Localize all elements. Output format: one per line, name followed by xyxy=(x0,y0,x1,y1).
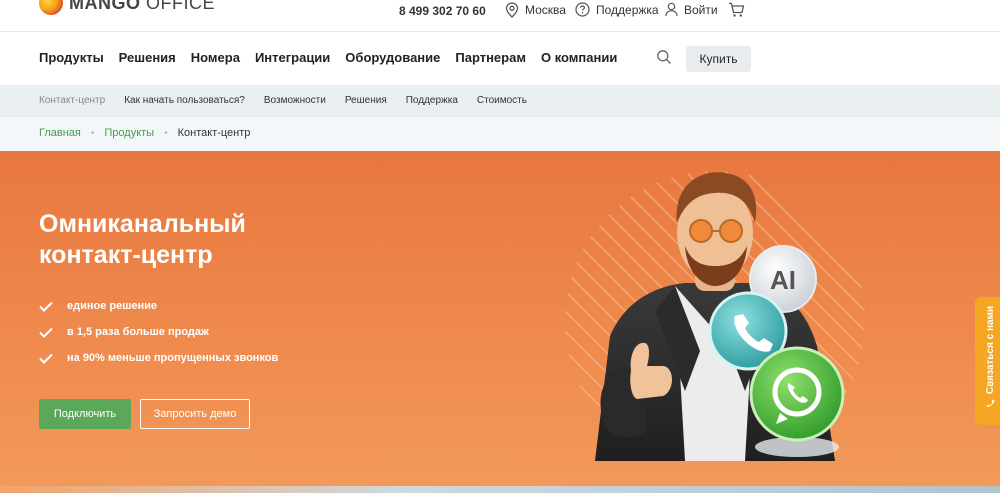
ai-badge-text: AI xyxy=(770,265,796,295)
main-navigation: Продукты Решения Номера Интеграции Обору… xyxy=(0,31,1000,85)
support-label: Поддержка xyxy=(596,2,659,17)
request-demo-button[interactable]: Запросить демо xyxy=(140,399,250,429)
contact-us-label-wrap: Связаться с нами xyxy=(978,293,1000,421)
benefit-text: в 1,5 раза больше продаж xyxy=(67,326,209,338)
subnav-item-solutions[interactable]: Решения xyxy=(345,95,387,106)
mango-office-logo[interactable]: MANGO OFFICE xyxy=(39,0,215,15)
hero-title-line1: Омниканальный xyxy=(39,210,246,238)
breadcrumb-separator: • xyxy=(90,127,95,139)
user-icon xyxy=(665,2,678,17)
check-icon xyxy=(39,327,53,338)
benefit-item: в 1,5 раза больше продаж xyxy=(39,319,278,345)
search-icon xyxy=(657,50,671,64)
benefits-list: единое решение в 1,5 раза больше продаж … xyxy=(39,293,278,371)
benefit-item: на 90% меньше пропущенных звонков xyxy=(39,345,278,371)
buy-button[interactable]: Купить xyxy=(686,46,751,72)
benefit-text: единое решение xyxy=(67,300,158,312)
cart-button[interactable] xyxy=(728,2,745,23)
logo-text-bold: MANGO xyxy=(69,0,141,13)
benefit-text: на 90% меньше пропущенных звонков xyxy=(67,352,279,364)
nav-item-products[interactable]: Продукты xyxy=(39,50,104,65)
login-link[interactable]: Войти xyxy=(665,2,718,17)
hero-title: Омниканальный контакт-центр xyxy=(39,209,359,271)
breadcrumb: Главная • Продукты • Контакт-центр xyxy=(0,116,1000,151)
breadcrumb-home[interactable]: Главная xyxy=(39,127,81,139)
connect-button[interactable]: Подключить xyxy=(39,399,131,429)
logo-text: MANGO OFFICE xyxy=(69,0,215,14)
nav-item-equipment[interactable]: Оборудование xyxy=(345,50,440,65)
breadcrumb-separator: • xyxy=(164,127,168,139)
city-selector[interactable]: Москва xyxy=(505,2,566,18)
contact-us-label: Связаться с нами xyxy=(985,305,996,395)
breadcrumb-list: Главная • Продукты • Контакт-центр xyxy=(39,127,250,139)
nav-item-numbers[interactable]: Номера xyxy=(191,50,240,65)
check-icon xyxy=(39,353,53,364)
nav-item-integrations[interactable]: Интеграции xyxy=(255,50,330,65)
hero-title-line2: контакт-центр xyxy=(39,241,213,269)
subnav-list: Контакт-центр Как начать пользоваться? В… xyxy=(39,95,546,106)
subnav-item-contact-center[interactable]: Контакт-центр xyxy=(39,95,105,106)
whatsapp-bubble xyxy=(749,346,845,457)
help-circle-icon xyxy=(575,2,590,17)
logo-text-light: OFFICE xyxy=(146,0,216,13)
city-label: Москва xyxy=(525,3,566,17)
hero-banner: Омниканальный контакт-центр единое решен… xyxy=(0,151,1000,493)
nav-item-solutions[interactable]: Решения xyxy=(119,50,176,65)
breadcrumb-products[interactable]: Продукты xyxy=(104,127,154,139)
main-nav-list: Продукты Решения Номера Интеграции Обору… xyxy=(39,50,632,65)
search-button[interactable] xyxy=(656,49,672,70)
hero-illustration: AI xyxy=(565,171,865,461)
location-pin-icon xyxy=(505,2,519,18)
check-icon xyxy=(39,301,53,312)
top-bar: MANGO OFFICE 8 499 302 70 60 Москва Подд… xyxy=(0,0,1000,30)
product-subnav: Контакт-центр Как начать пользоваться? В… xyxy=(0,85,1000,116)
benefit-item: единое решение xyxy=(39,293,278,319)
hero-bottom-divider xyxy=(0,486,1000,493)
contact-us-tab[interactable]: Связаться с нами xyxy=(975,297,1000,425)
phone-number[interactable]: 8 499 302 70 60 xyxy=(399,4,486,18)
mango-logo-icon xyxy=(39,0,63,15)
nav-item-partners[interactable]: Партнерам xyxy=(455,50,526,65)
subnav-item-support[interactable]: Поддержка xyxy=(406,95,458,106)
cart-icon xyxy=(729,2,745,17)
nav-item-about[interactable]: О компании xyxy=(541,50,617,65)
login-label: Войти xyxy=(684,2,718,17)
support-link[interactable]: Поддержка xyxy=(575,2,659,17)
subnav-item-features[interactable]: Возможности xyxy=(264,95,326,106)
subnav-item-getting-started[interactable]: Как начать пользоваться? xyxy=(124,95,245,106)
subnav-item-pricing[interactable]: Стоимость xyxy=(477,95,527,106)
breadcrumb-current: Контакт-центр xyxy=(177,127,251,139)
phone-small-icon xyxy=(986,399,995,407)
